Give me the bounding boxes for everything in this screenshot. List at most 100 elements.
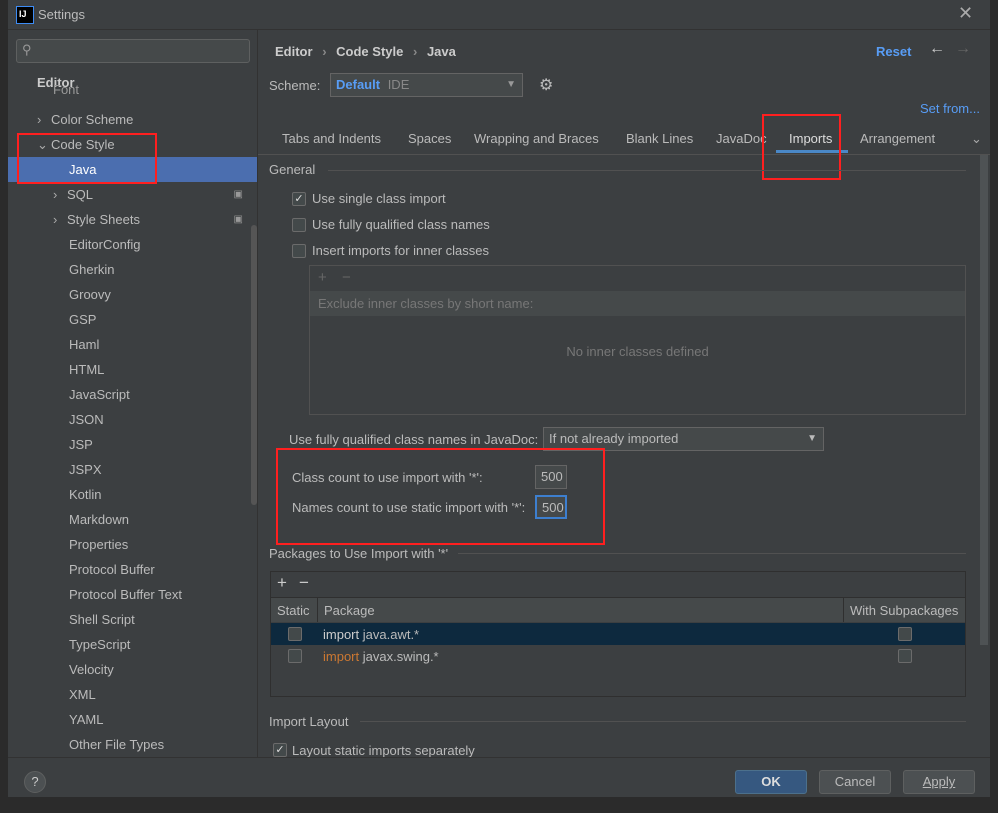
sidebar-item-kotlin[interactable]: Kotlin <box>8 482 257 507</box>
sidebar-item-gsp[interactable]: GSP <box>8 307 257 332</box>
project-scheme-icon: ▣ <box>233 214 243 225</box>
sidebar-item-jsp[interactable]: JSP <box>8 432 257 457</box>
sidebar-item-label: Gherkin <box>69 262 115 277</box>
chevron-right-icon[interactable]: › <box>53 182 67 207</box>
forward-arrow-icon[interactable]: → <box>955 40 971 58</box>
add-package-icon[interactable]: + <box>277 573 287 593</box>
sidebar-item-markdown[interactable]: Markdown <box>8 507 257 532</box>
column-with-subpackages[interactable]: With Subpackages <box>850 603 958 618</box>
content-scrollbar[interactable] <box>980 155 988 645</box>
intellij-logo-icon: IJ <box>16 6 34 24</box>
column-static[interactable]: Static <box>277 603 310 618</box>
sidebar-item-sql[interactable]: › SQL ▣ <box>8 182 257 207</box>
sidebar-item-label: Groovy <box>69 287 111 302</box>
sidebar-item-color-scheme[interactable]: › Color Scheme <box>8 107 257 132</box>
help-button[interactable]: ? <box>24 771 46 793</box>
close-icon[interactable]: ✕ <box>958 3 973 24</box>
sidebar-item-label: Haml <box>69 337 100 352</box>
tab-blank-lines[interactable]: Blank Lines <box>626 131 693 149</box>
search-icon: ⚲ <box>22 42 32 57</box>
use-fully-qualified-checkbox[interactable] <box>292 218 306 232</box>
general-section-title: General <box>269 162 316 177</box>
tab-tabs-and-indents[interactable]: Tabs and Indents <box>282 131 381 149</box>
chevron-right-icon[interactable]: › <box>37 107 51 132</box>
ok-button[interactable]: OK <box>735 770 807 794</box>
breadcrumb-editor[interactable]: Editor <box>275 44 313 59</box>
column-package[interactable]: Package <box>324 603 375 618</box>
sidebar-item-shell-script[interactable]: Shell Script <box>8 607 257 632</box>
sidebar-item-properties[interactable]: Properties <box>8 532 257 557</box>
gear-icon[interactable]: ⚙ <box>539 75 553 95</box>
sidebar-item-label: JavaScript <box>69 387 130 402</box>
remove-package-icon[interactable]: − <box>299 573 309 593</box>
sidebar-item-label: Color Scheme <box>51 112 134 127</box>
sidebar-item-style-sheets[interactable]: › Style Sheets ▣ <box>8 207 257 232</box>
package-row[interactable]: import java.awt.* <box>271 623 965 645</box>
sidebar-item-groovy[interactable]: Groovy <box>8 282 257 307</box>
reset-link[interactable]: Reset <box>876 44 911 59</box>
sidebar-item-label: JSPX <box>69 462 102 477</box>
breadcrumb-code-style[interactable]: Code Style <box>336 44 403 59</box>
packages-table: + − Static Package With Subpackages impo… <box>270 571 966 697</box>
javadoc-label: Use fully qualified class names in JavaD… <box>289 432 539 447</box>
package-name: java.awt.* <box>362 627 420 642</box>
breadcrumb-java: Java <box>426 44 456 59</box>
subpackages-checkbox[interactable] <box>898 627 912 641</box>
packages-header: Static Package With Subpackages <box>271 597 965 622</box>
sidebar-item-label: Font <box>53 82 80 97</box>
back-arrow-icon[interactable]: ← <box>929 40 945 58</box>
tab-spaces[interactable]: Spaces <box>408 131 451 149</box>
inner-classes-empty-text: No inner classes defined <box>566 344 709 359</box>
sidebar-scrollbar[interactable] <box>251 225 257 505</box>
insert-inner-imports-label: Insert imports for inner classes <box>312 243 490 258</box>
import-keyword: import <box>323 649 360 664</box>
sidebar-item-font[interactable]: Font <box>8 82 257 98</box>
scheme-select[interactable]: Default IDE ▼ <box>330 73 523 97</box>
sidebar-item-label: Kotlin <box>69 487 102 502</box>
tab-arrangement[interactable]: Arrangement <box>860 131 935 149</box>
use-single-class-import-checkbox[interactable]: ✓ <box>292 192 306 206</box>
sidebar-item-other-file-types[interactable]: Other File Types <box>8 732 257 757</box>
sidebar-item-yaml[interactable]: YAML <box>8 707 257 732</box>
sidebar-item-html[interactable]: HTML <box>8 357 257 382</box>
sidebar-item-json[interactable]: JSON <box>8 407 257 432</box>
sidebar-item-protocol-buffer[interactable]: Protocol Buffer <box>8 557 257 582</box>
sidebar-item-gherkin[interactable]: Gherkin <box>8 257 257 282</box>
sidebar-item-label: Style Sheets <box>67 212 140 227</box>
sidebar-item-xml[interactable]: XML <box>8 682 257 707</box>
inner-classes-header: Exclude inner classes by short name: <box>310 291 965 316</box>
tab-javadoc[interactable]: JavaDoc <box>716 131 767 149</box>
use-fully-qualified-label: Use fully qualified class names <box>312 217 490 232</box>
layout-static-checkbox[interactable]: ✓ <box>273 743 287 757</box>
sidebar-item-editorconfig[interactable]: EditorConfig <box>8 232 257 257</box>
sidebar-item-protocol-buffer-text[interactable]: Protocol Buffer Text <box>8 582 257 607</box>
chevron-down-icon: ▼ <box>506 79 516 90</box>
sidebar-item-typescript[interactable]: TypeScript <box>8 632 257 657</box>
divider <box>360 721 966 722</box>
tabs-more-chevron-icon[interactable]: ⌄ <box>971 131 982 147</box>
title-bar: IJ Settings ✕ <box>8 0 990 30</box>
sidebar-item-javascript[interactable]: JavaScript <box>8 382 257 407</box>
insert-inner-imports-checkbox[interactable] <box>292 244 306 258</box>
remove-icon: − <box>342 269 351 286</box>
sidebar-item-haml[interactable]: Haml <box>8 332 257 357</box>
static-checkbox[interactable] <box>288 627 302 641</box>
sidebar-item-label: GSP <box>69 312 97 327</box>
package-row[interactable]: import javax.swing.* <box>271 645 965 667</box>
sidebar-item-label: TypeScript <box>69 637 131 652</box>
set-from-link[interactable]: Set from... <box>920 101 980 116</box>
sidebar-item-label: Shell Script <box>69 612 135 627</box>
sidebar-item-velocity[interactable]: Velocity <box>8 657 257 682</box>
tab-wrapping-and-braces[interactable]: Wrapping and Braces <box>474 131 599 149</box>
chevron-right-icon[interactable]: › <box>53 207 67 232</box>
tabs-divider <box>258 154 990 155</box>
apply-button[interactable]: Apply <box>903 770 975 794</box>
subpackages-checkbox[interactable] <box>898 649 912 663</box>
layout-static-label: Layout static imports separately <box>292 743 475 758</box>
sidebar-item-jspx[interactable]: JSPX <box>8 457 257 482</box>
sidebar-item-label: YAML <box>69 712 104 727</box>
cancel-button[interactable]: Cancel <box>819 770 891 794</box>
search-input[interactable]: ⚲ <box>16 39 250 63</box>
inner-classes-table: + − Exclude inner classes by short name:… <box>309 265 966 415</box>
static-checkbox[interactable] <box>288 649 302 663</box>
